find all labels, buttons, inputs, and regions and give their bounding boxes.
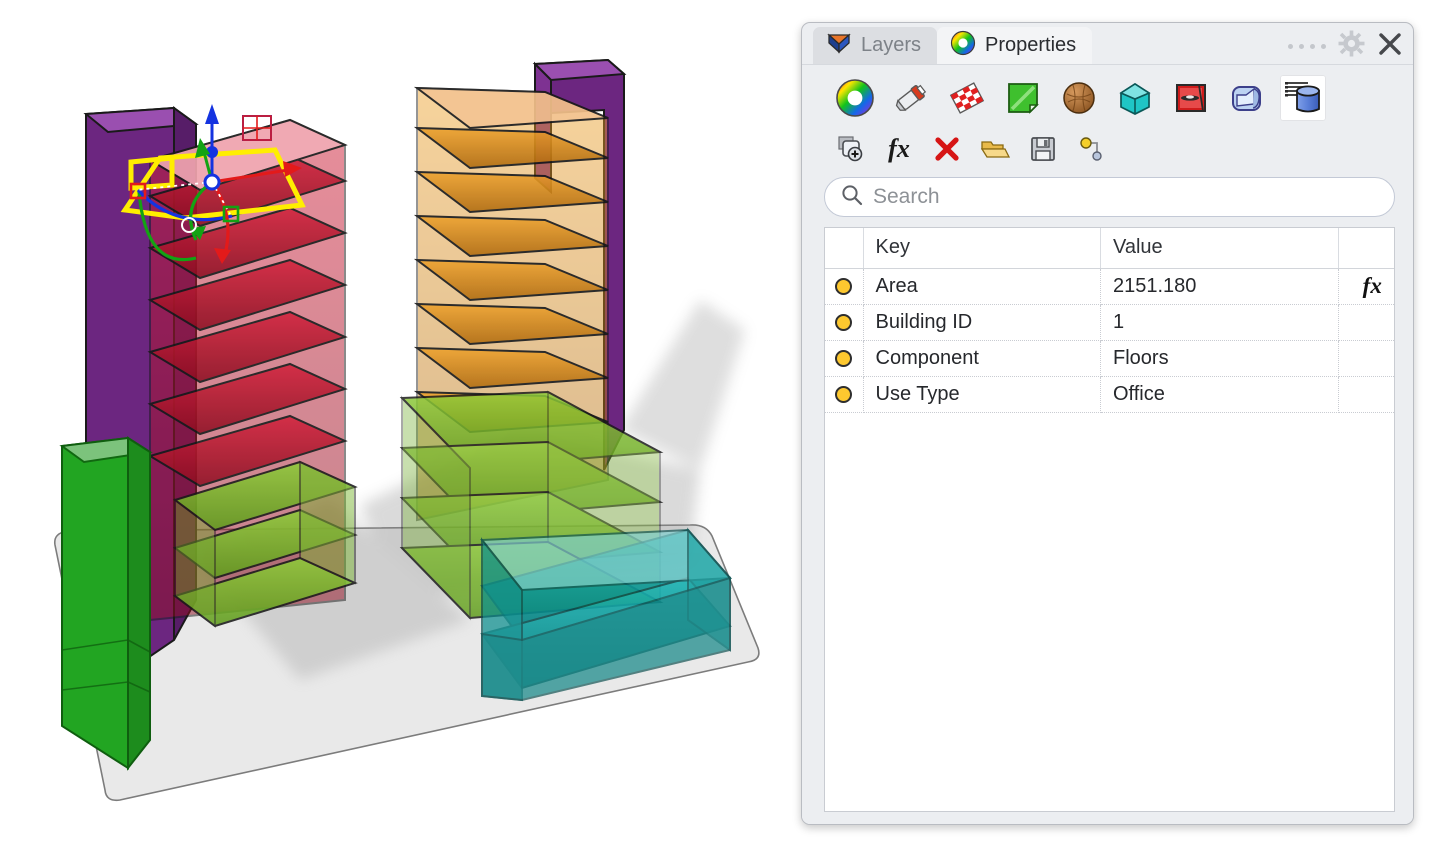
green-note-icon[interactable] [1000, 75, 1046, 121]
table-row[interactable]: Building ID 1 [825, 304, 1394, 340]
fx-function-icon[interactable]: fx [882, 132, 916, 166]
row-key[interactable]: Use Type [863, 376, 1101, 412]
left-slab-green[interactable] [62, 438, 150, 768]
header-fx-col [1338, 228, 1394, 268]
property-dot-icon [825, 340, 863, 376]
table-row[interactable]: Area 2151.180 fx [825, 268, 1394, 304]
search-area [814, 175, 1401, 227]
window-controls [1288, 30, 1403, 62]
layers-shield-icon [826, 31, 852, 61]
property-dot-icon [825, 268, 863, 304]
massing-model-canvas[interactable] [0, 0, 790, 850]
color-wheel-icon[interactable] [832, 75, 878, 121]
header-value[interactable]: Value [1101, 228, 1339, 268]
row-key[interactable]: Component [863, 340, 1101, 376]
row-key[interactable]: Building ID [863, 304, 1101, 340]
gear-icon[interactable] [1338, 30, 1365, 62]
add-property-icon[interactable] [834, 132, 868, 166]
tab-layers-label: Layers [861, 34, 921, 57]
row-value[interactable]: 2151.180 [1101, 268, 1339, 304]
property-dot-icon [825, 304, 863, 340]
row-fx-icon[interactable] [1338, 304, 1394, 340]
color-wheel-icon [950, 30, 976, 62]
teal-solid-icon[interactable] [1112, 75, 1158, 121]
red-box-icon[interactable] [1168, 75, 1214, 121]
paint-tube-icon[interactable] [888, 75, 934, 121]
property-dot-icon [825, 376, 863, 412]
panel-tabstrip: Layers [802, 23, 1413, 64]
properties-table[interactable]: Key Value Area 2151.180 fx [824, 227, 1395, 812]
search-input[interactable] [873, 185, 1378, 209]
row-key[interactable]: Area [863, 268, 1101, 304]
row-value[interactable]: Office [1101, 376, 1339, 412]
search-bar[interactable] [824, 177, 1395, 217]
row-fx-icon[interactable] [1338, 340, 1394, 376]
table-header-row: Key Value [825, 228, 1394, 268]
row-value[interactable]: 1 [1101, 304, 1339, 340]
blue-rounded-solid-icon[interactable] [1224, 75, 1270, 121]
row-fx-icon[interactable] [1338, 376, 1394, 412]
properties-table-element: Key Value Area 2151.180 fx [825, 228, 1394, 413]
properties-toolbar [814, 65, 1401, 127]
drag-dots-handle[interactable] [1288, 44, 1326, 49]
property-actions-toolbar: fx [814, 127, 1401, 175]
checker-texture-icon[interactable] [944, 75, 990, 121]
table-row[interactable]: Component Floors [825, 340, 1394, 376]
search-icon [841, 184, 863, 211]
header-key[interactable]: Key [863, 228, 1101, 268]
delete-x-icon[interactable] [930, 132, 964, 166]
database-list-icon[interactable] [1280, 75, 1326, 121]
header-icon-col [825, 228, 863, 268]
panel-body: fx [802, 64, 1413, 824]
table-body: Area 2151.180 fx Building ID 1 Co [825, 268, 1394, 412]
save-floppy-icon[interactable] [1026, 132, 1060, 166]
row-value[interactable]: Floors [1101, 340, 1339, 376]
table-row[interactable]: Use Type Office [825, 376, 1394, 412]
brown-sphere-icon[interactable] [1056, 75, 1102, 121]
open-folder-icon[interactable] [978, 132, 1012, 166]
close-icon[interactable] [1377, 31, 1403, 62]
3d-viewport[interactable] [0, 0, 790, 850]
link-node-icon[interactable] [1074, 132, 1108, 166]
row-fx-icon[interactable]: fx [1338, 268, 1394, 304]
tab-layers[interactable]: Layers [813, 27, 937, 64]
app-root: Layers [0, 0, 1437, 850]
properties-panel: Layers [801, 22, 1414, 825]
table-empty-area[interactable] [825, 413, 1394, 812]
tab-properties-label: Properties [985, 34, 1076, 57]
tab-properties[interactable]: Properties [937, 27, 1092, 64]
